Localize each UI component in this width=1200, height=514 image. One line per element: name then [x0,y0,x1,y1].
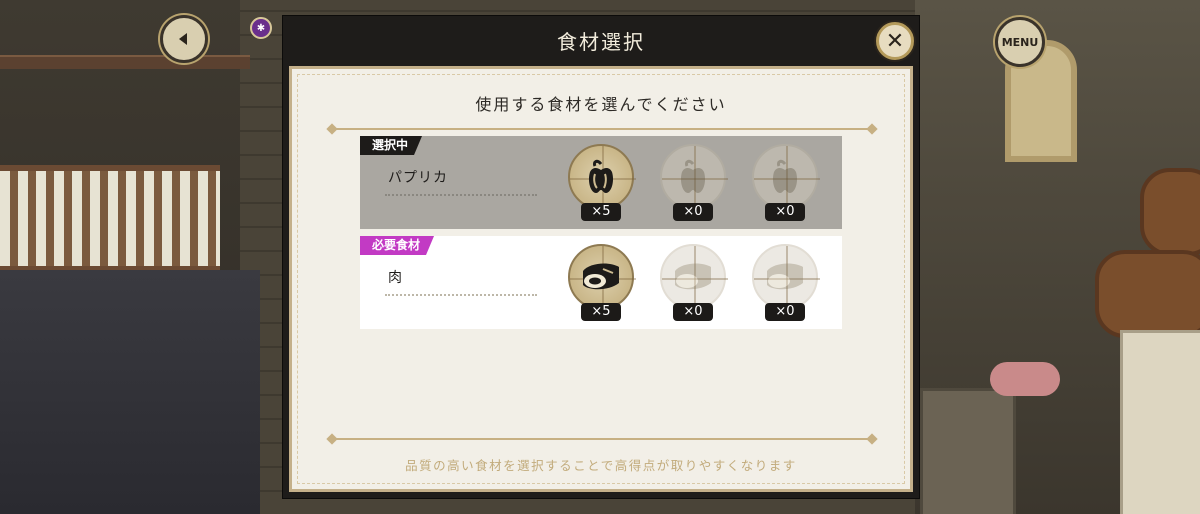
ingredient-slot-low[interactable]: ×0 [752,144,820,224]
ingredient-slot-high[interactable]: ×5 [568,144,636,224]
quantity-badge: ×0 [765,203,805,221]
ingredient-name: パプリカ [388,170,448,186]
selected-ingredient-row: 選択中 パプリカ ×5 ×0 ×0 [360,136,842,229]
close-icon: ✕ [885,28,905,54]
bell-pepper-icon [588,159,614,193]
menu-button[interactable]: MENU [995,17,1045,67]
close-button[interactable]: ✕ [876,22,914,60]
quantity-badge: ×5 [581,203,621,221]
divider [332,438,872,440]
instruction-text: 使用する食材を選んでください [475,95,727,114]
magic-gem-icon: ✱ [250,17,272,39]
ingredient-slot-mid[interactable]: ×0 [660,244,728,324]
divider [332,128,872,130]
required-tag: 必要食材 [360,236,434,255]
quantity-badge: ×0 [673,303,713,321]
meat-pile [990,362,1060,396]
dialog-panel: 使用する食材を選んでください 選択中 パプリカ ×5 ×0 ×0 必要食材 肉 … [289,66,913,492]
back-button[interactable] [160,15,208,63]
ingredient-name: 肉 [388,270,403,286]
pan-shelf [0,55,250,69]
required-ingredient-row: 必要食材 肉 ×5 ×0 ×0 [360,236,842,329]
ingredient-slot-low[interactable]: ×0 [752,244,820,324]
meat-icon [675,263,711,290]
quantity-badge: ×5 [581,303,621,321]
barrel [1095,250,1200,338]
chevron-left-icon [179,33,187,45]
dialog-title: 食材選択 [557,29,645,54]
selected-tag: 選択中 [360,136,422,155]
kitchen-counter [0,270,260,514]
hint-text: 品質の高い食材を選択することで高得点が取りやすくなります [405,458,797,473]
stone-stove [920,388,1016,514]
bell-pepper-icon [680,159,706,193]
bell-pepper-icon [772,159,798,193]
dotted-line [385,294,537,296]
ingredient-select-dialog: 食材選択 ✕ 使用する食材を選んでください 選択中 パプリカ ×5 ×0 ×0 … [282,15,920,499]
dotted-line [385,194,537,196]
plate-rack [0,165,220,272]
ingredient-slot-high[interactable]: ×5 [568,244,636,324]
ingredient-slot-mid[interactable]: ×0 [660,144,728,224]
barrel [1140,168,1200,256]
meat-icon [767,263,803,290]
cupboard [1120,330,1200,514]
quantity-badge: ×0 [673,203,713,221]
quantity-badge: ×0 [765,303,805,321]
meat-icon [583,263,619,290]
